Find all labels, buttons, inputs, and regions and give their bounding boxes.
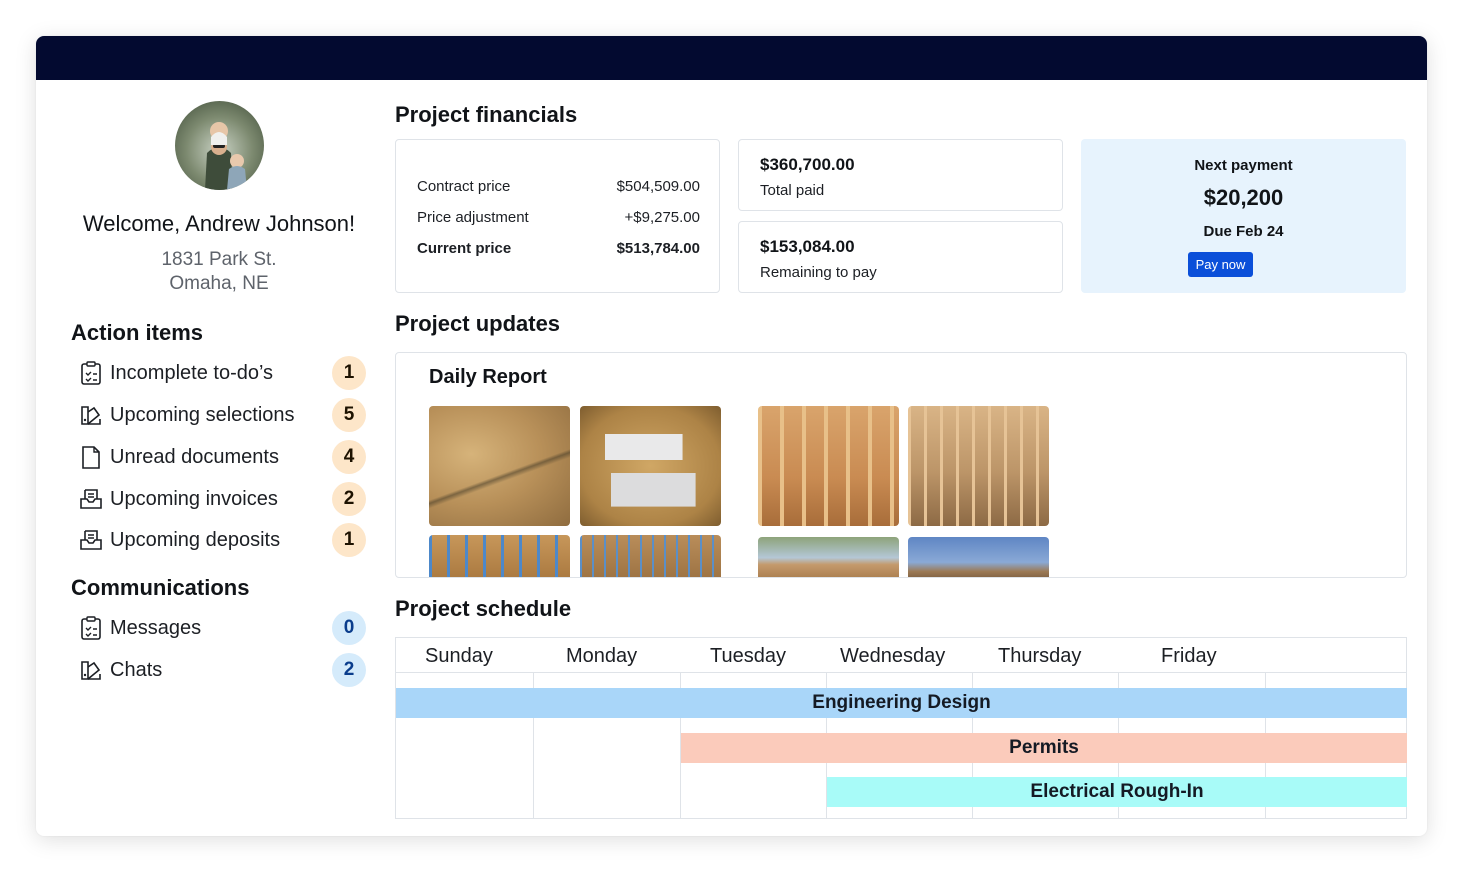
price-row-value: $504,509.00: [616, 178, 700, 195]
remaining-amount: $153,084.00: [760, 237, 855, 256]
grid-line: [396, 672, 1406, 673]
action-item-unread-documents[interactable]: Unread documents: [79, 441, 367, 473]
price-row: Price adjustment +$9,275.00: [417, 209, 700, 226]
price-row-label: Contract price: [417, 178, 511, 195]
action-item-upcoming-deposits[interactable]: Upcoming deposits: [79, 524, 367, 556]
swatch-icon: [79, 402, 103, 428]
address-line-2: Omaha, NE: [169, 273, 269, 294]
action-item-label: Upcoming invoices: [110, 487, 278, 510]
count-badge: 1: [332, 356, 366, 390]
count-badge: 2: [332, 482, 366, 516]
count-badge: 4: [332, 440, 366, 474]
price-row-total: Current price $513,784.00: [417, 240, 700, 257]
comm-item-chats[interactable]: Chats: [79, 654, 367, 686]
day-header-wednesday: Wednesday: [840, 645, 946, 667]
schedule-grid: Sunday Monday Tuesday Wednesday Thursday…: [395, 637, 1407, 819]
price-row-label: Current price: [417, 240, 512, 257]
schedule-heading: Project schedule: [395, 596, 572, 621]
next-payment-due: Due Feb 24: [1203, 223, 1284, 240]
clipboard-check-icon: [79, 360, 103, 386]
updates-heading: Project updates: [395, 311, 561, 336]
price-row-value: $513,784.00: [616, 240, 700, 257]
next-payment-label: Next payment: [1194, 157, 1293, 174]
action-item-upcoming-invoices[interactable]: Upcoming invoices: [79, 483, 367, 515]
price-breakdown-card: Contract price $504,509.00 Price adjustm…: [395, 139, 720, 293]
report-photo[interactable]: [908, 537, 1049, 577]
action-item-upcoming-selections[interactable]: Upcoming selections: [79, 399, 367, 431]
price-row-label: Price adjustment: [417, 209, 529, 226]
count-badge: 0: [332, 611, 366, 645]
schedule-task-electrical-rough-in[interactable]: Electrical Rough-In: [827, 777, 1407, 807]
schedule-task-engineering-design[interactable]: Engineering Design: [396, 688, 1407, 718]
daily-report-title: Daily Report: [429, 366, 547, 388]
next-payment-amount: $20,200: [1203, 185, 1284, 210]
report-photo[interactable]: [758, 537, 899, 577]
next-payment-card: Next payment $20,200 Due Feb 24 Pay now: [1081, 139, 1406, 293]
action-item-label: Upcoming selections: [110, 403, 295, 426]
communications-heading: Communications: [71, 575, 250, 600]
daily-report-card: Daily Report: [395, 352, 1407, 578]
report-photo[interactable]: [580, 406, 721, 526]
total-paid-card: $360,700.00 Total paid: [738, 139, 1063, 211]
family-photo-icon: [205, 122, 247, 190]
comm-item-label: Chats: [110, 658, 163, 681]
day-header-tuesday: Tuesday: [710, 645, 786, 667]
report-photo[interactable]: [429, 535, 570, 577]
price-row-value: +$9,275.00: [624, 209, 701, 226]
remaining-label: Remaining to pay: [760, 264, 877, 281]
action-item-label: Upcoming deposits: [110, 528, 281, 551]
app-window: Welcome, Andrew Johnson! 1831 Park St. O…: [36, 36, 1427, 836]
report-photo[interactable]: [758, 406, 899, 526]
day-header-thursday: Thursday: [998, 645, 1082, 667]
count-badge: 2: [332, 653, 366, 687]
financials-heading: Project financials: [395, 102, 578, 127]
total-paid-label: Total paid: [760, 182, 825, 199]
comm-item-messages[interactable]: Messages: [79, 612, 367, 644]
day-header-friday: Friday: [1161, 645, 1217, 667]
remaining-card: $153,084.00 Remaining to pay: [738, 221, 1063, 293]
action-item-label: Unread documents: [110, 445, 279, 468]
action-items-heading: Action items: [71, 320, 204, 345]
clipboard-check-icon: [79, 615, 103, 641]
report-photo[interactable]: [429, 406, 570, 526]
action-item-incomplete-todos[interactable]: Incomplete to-do’s: [79, 357, 367, 389]
count-badge: 1: [332, 523, 366, 557]
welcome-heading: Welcome, Andrew Johnson!: [82, 211, 356, 236]
action-item-label: Incomplete to-do’s: [110, 361, 274, 384]
report-photo[interactable]: [908, 406, 1049, 526]
invoice-tray-icon: [79, 486, 103, 512]
price-row: Contract price $504,509.00: [417, 178, 700, 195]
avatar[interactable]: [175, 101, 264, 190]
report-photo[interactable]: [580, 535, 721, 577]
top-nav-bar: [36, 36, 1427, 80]
total-paid-amount: $360,700.00: [760, 155, 855, 174]
comm-item-label: Messages: [110, 616, 202, 639]
address-line-1: 1831 Park St.: [161, 249, 277, 270]
day-header-sunday: Sunday: [425, 645, 493, 667]
swatch-icon: [79, 657, 103, 683]
invoice-tray-icon: [79, 527, 103, 553]
schedule-task-permits[interactable]: Permits: [681, 733, 1407, 763]
count-badge: 5: [332, 398, 366, 432]
pay-now-button[interactable]: Pay now: [1188, 252, 1253, 277]
day-header-monday: Monday: [566, 645, 638, 667]
document-icon: [79, 444, 103, 470]
